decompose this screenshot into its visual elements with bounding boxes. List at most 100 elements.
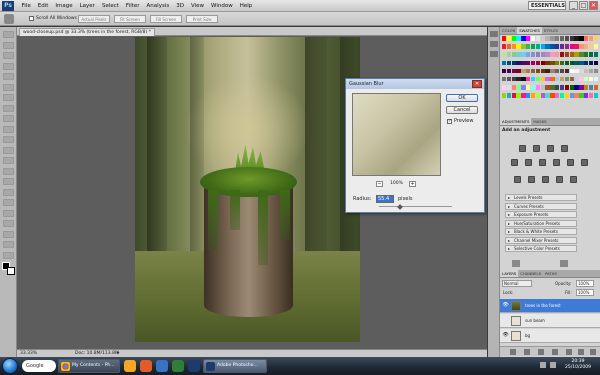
tab-color[interactable]: COLOR bbox=[500, 27, 517, 34]
zoom-out-button[interactable]: − bbox=[376, 181, 383, 187]
swatch[interactable] bbox=[545, 44, 550, 49]
tab-adjustments[interactable]: ADJUSTMENTS bbox=[500, 118, 532, 125]
swatch[interactable] bbox=[574, 76, 579, 82]
swatch[interactable] bbox=[530, 60, 536, 66]
swatch[interactable] bbox=[502, 68, 507, 74]
adjustment-icon[interactable] bbox=[511, 159, 518, 166]
tab-paths[interactable]: PATHS bbox=[543, 270, 559, 277]
swatch[interactable] bbox=[535, 44, 541, 49]
tab-swatches[interactable]: SWATCHES bbox=[517, 27, 542, 34]
volume-icon[interactable] bbox=[550, 362, 556, 368]
print-size-button[interactable]: Print Size bbox=[186, 15, 218, 23]
menu-edit[interactable]: Edit bbox=[34, 0, 52, 12]
adjustment-icon[interactable] bbox=[570, 176, 577, 183]
swatch[interactable] bbox=[521, 44, 526, 49]
swatch[interactable] bbox=[540, 44, 545, 49]
actual-pixels-button[interactable]: Actual Pixels bbox=[78, 15, 110, 23]
swatch[interactable] bbox=[526, 68, 531, 74]
document-canvas[interactable] bbox=[135, 37, 360, 342]
swatch[interactable] bbox=[502, 36, 507, 41]
swatch[interactable] bbox=[540, 85, 545, 90]
swatch[interactable] bbox=[502, 85, 507, 90]
ok-button[interactable]: OK bbox=[446, 94, 478, 102]
swatch[interactable] bbox=[526, 85, 531, 90]
menu-analysis[interactable]: Analysis bbox=[143, 0, 173, 12]
swatch[interactable] bbox=[502, 60, 507, 66]
swatch[interactable] bbox=[540, 52, 545, 57]
adjustment-icon[interactable] bbox=[528, 176, 535, 183]
swatch[interactable] bbox=[569, 44, 574, 49]
swatch[interactable] bbox=[521, 68, 526, 74]
swatch[interactable] bbox=[555, 85, 560, 90]
menu-layer[interactable]: Layer bbox=[76, 0, 98, 12]
new-group-icon[interactable] bbox=[566, 349, 572, 355]
fill-input[interactable]: 100% bbox=[576, 289, 594, 296]
preview-checkbox[interactable]: ✓ bbox=[447, 119, 452, 124]
maximize-button[interactable]: □ bbox=[579, 1, 588, 10]
swatch[interactable] bbox=[593, 44, 598, 49]
swatch[interactable] bbox=[564, 85, 570, 90]
adjustment-preset[interactable]: Hue/Saturation Presets bbox=[505, 219, 577, 227]
swatch[interactable] bbox=[574, 85, 579, 90]
swatch[interactable] bbox=[511, 52, 516, 57]
folder-icon[interactable] bbox=[124, 360, 136, 372]
swatch[interactable] bbox=[564, 44, 570, 49]
panel-icon[interactable] bbox=[490, 31, 498, 37]
swatch[interactable] bbox=[506, 93, 512, 98]
dialog-close-button[interactable]: ✕ bbox=[472, 80, 482, 88]
move-tool-icon[interactable] bbox=[3, 31, 14, 38]
swatch[interactable] bbox=[511, 68, 516, 74]
swatch[interactable] bbox=[588, 93, 594, 98]
app-icon[interactable] bbox=[172, 360, 184, 372]
swatch[interactable] bbox=[579, 44, 584, 49]
swatch[interactable] bbox=[559, 76, 565, 82]
menu-view[interactable]: View bbox=[187, 0, 207, 12]
swatch[interactable] bbox=[545, 60, 550, 66]
swatch[interactable] bbox=[593, 85, 598, 90]
new-layer-icon[interactable] bbox=[578, 349, 584, 355]
swatch[interactable] bbox=[530, 52, 536, 57]
swatch[interactable] bbox=[516, 76, 521, 82]
swatch[interactable] bbox=[584, 85, 589, 90]
adjustment-preset[interactable]: Channel Mixer Presets bbox=[505, 236, 577, 244]
swatch[interactable] bbox=[579, 60, 584, 66]
swatch[interactable] bbox=[535, 52, 541, 57]
adjustment-preset[interactable]: Curves Presets bbox=[505, 202, 577, 210]
crop-tool-icon[interactable] bbox=[3, 73, 14, 80]
swatch[interactable] bbox=[574, 93, 579, 98]
swatch[interactable] bbox=[569, 93, 574, 98]
swatch[interactable] bbox=[555, 52, 560, 57]
swatch[interactable] bbox=[574, 60, 579, 66]
swatch[interactable] bbox=[593, 68, 598, 74]
swatch[interactable] bbox=[545, 76, 550, 82]
marquee-tool-icon[interactable] bbox=[3, 41, 14, 49]
swatch[interactable] bbox=[516, 44, 521, 49]
minimize-button[interactable]: _ bbox=[569, 1, 578, 10]
layer-row[interactable]: sun beam bbox=[500, 314, 600, 328]
swatch[interactable] bbox=[555, 60, 560, 66]
layer-mask-icon[interactable] bbox=[538, 349, 544, 355]
swatch[interactable] bbox=[540, 60, 545, 66]
blend-mode-select[interactable]: Normal bbox=[502, 280, 532, 287]
swatch[interactable] bbox=[521, 52, 526, 57]
swatch[interactable] bbox=[516, 60, 521, 66]
swatch[interactable] bbox=[526, 52, 531, 57]
swatch[interactable] bbox=[579, 85, 584, 90]
menu-help[interactable]: Help bbox=[236, 0, 256, 12]
menu-window[interactable]: Window bbox=[208, 0, 237, 12]
pen-tool-icon[interactable] bbox=[3, 178, 14, 185]
swatch[interactable] bbox=[530, 36, 536, 41]
swatch[interactable] bbox=[584, 36, 589, 41]
swatch[interactable] bbox=[535, 68, 541, 74]
swatch[interactable] bbox=[540, 68, 545, 74]
swatch[interactable] bbox=[506, 60, 512, 66]
swatch[interactable] bbox=[530, 85, 536, 90]
photoshop-icon[interactable] bbox=[188, 360, 200, 372]
swatch[interactable] bbox=[530, 93, 536, 98]
swatch[interactable] bbox=[555, 36, 560, 41]
swatch[interactable] bbox=[588, 85, 594, 90]
swatch[interactable] bbox=[579, 93, 584, 98]
swatch[interactable] bbox=[502, 93, 507, 98]
swatch[interactable] bbox=[526, 60, 531, 66]
clone-tool-icon[interactable] bbox=[3, 115, 14, 122]
